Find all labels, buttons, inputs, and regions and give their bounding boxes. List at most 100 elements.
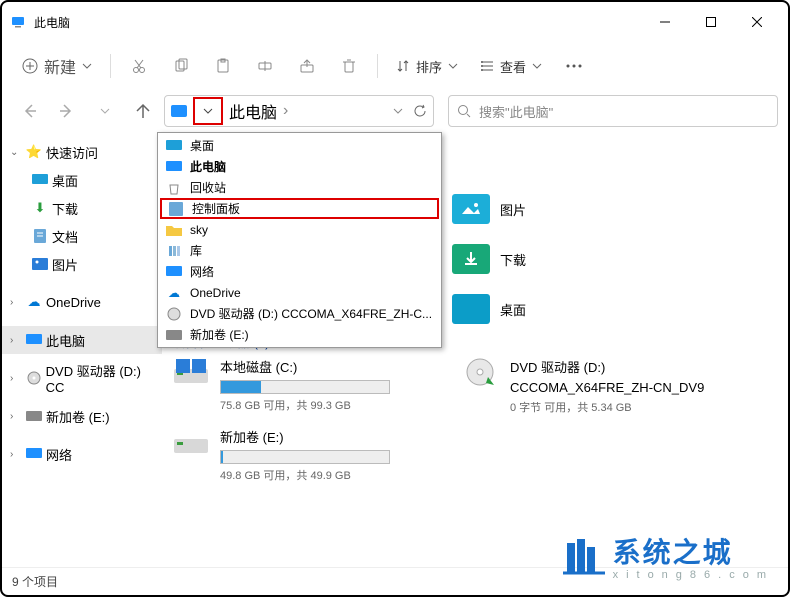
share-icon [299,58,315,74]
sidebar-item-label: OneDrive [46,295,101,310]
drive-sub: 49.8 GB 可用，共 49.9 GB [220,467,390,483]
chevron-down-icon [448,63,458,69]
sidebar-item-label: DVD 驱动器 (D:) CC [46,361,162,395]
address-bar[interactable]: 此电脑 › [164,95,434,127]
sidebar-onedrive[interactable]: ›☁OneDrive [2,288,162,316]
chevron-down-icon[interactable] [393,108,403,114]
drive-name: DVD 驱动器 (D:) [510,357,704,376]
cut-button[interactable] [119,48,159,84]
sidebar-item-label: 下载 [52,199,78,218]
sidebar-desktop[interactable]: 桌面 [2,166,162,194]
maximize-button[interactable] [688,6,734,38]
star-icon: ⭐ [26,145,42,159]
dd-label: 桌面 [190,137,214,154]
download-icon [452,244,490,274]
minimize-button[interactable] [642,6,688,38]
desktop-icon [452,294,490,324]
watermark: 系统之城 xitong86.com [563,531,774,581]
dd-onedrive[interactable]: ☁OneDrive [160,282,439,303]
dvd-icon [166,307,182,321]
dd-label: 控制面板 [192,200,240,217]
dd-sky[interactable]: sky [160,219,439,240]
sidebar-item-label: 文档 [52,227,78,246]
address-dropdown-button[interactable] [193,97,223,125]
view-label: 查看 [500,57,526,76]
dd-label: 网络 [190,263,214,280]
item-count: 9 个项目 [12,573,58,590]
pc-icon [26,333,42,347]
pc-icon [171,105,187,117]
close-button[interactable] [734,6,780,38]
sidebar-thispc[interactable]: ›此电脑 [2,326,162,354]
dd-dvd[interactable]: DVD 驱动器 (D:) CCCOMA_X64FRE_ZH-C... [160,303,439,324]
folder-label: 图片 [500,200,526,219]
drive-e[interactable]: 新加卷 (E:) 49.8 GB 可用，共 49.9 GB [172,427,432,483]
search-box[interactable]: 搜索"此电脑" [448,95,778,127]
sidebar-documents[interactable]: 文档 [2,222,162,250]
sidebar-network[interactable]: ›网络 [2,440,162,468]
new-button[interactable]: 新建 [12,48,102,84]
sidebar-quick-access[interactable]: ⌄⭐快速访问 [2,138,162,166]
share-button[interactable] [287,48,327,84]
separator [110,54,111,78]
more-button[interactable] [554,48,594,84]
nav-row: 此电脑 › 搜索"此电脑" [2,90,788,132]
sidebar-downloads[interactable]: ⬇下载 [2,194,162,222]
sidebar-newvol[interactable]: ›新加卷 (E:) [2,402,162,430]
chevron-down-icon [532,63,542,69]
sort-label: 排序 [416,57,442,76]
sidebar-dvd[interactable]: ›DVD 驱动器 (D:) CC [2,364,162,392]
chevron-down-icon [100,108,110,114]
drive-c[interactable]: 本地磁盘 (C:) 75.8 GB 可用，共 99.3 GB [172,357,432,415]
cloud-icon: ☁ [26,295,42,309]
dd-label: 新加卷 (E:) [190,326,249,343]
delete-button[interactable] [329,48,369,84]
separator [377,54,378,78]
refresh-icon[interactable] [413,104,427,118]
drive-sub: 75.8 GB 可用，共 99.3 GB [220,397,390,413]
ellipsis-icon [566,64,582,68]
arrow-up-icon [135,103,151,119]
sort-button[interactable]: 排序 [386,48,468,84]
folder-desktop[interactable]: 桌面 [452,294,526,324]
picture-icon [452,194,490,224]
sidebar-pictures[interactable]: 图片 [2,250,162,278]
view-button[interactable]: 查看 [470,48,552,84]
folder-label: 桌面 [500,300,526,319]
recent-button[interactable] [88,94,122,128]
dd-network[interactable]: 网络 [160,261,439,282]
back-button[interactable] [12,94,46,128]
folder-downloads[interactable]: 下载 [452,244,526,274]
dd-recycle[interactable]: 回收站 [160,177,439,198]
library-icon [166,244,182,258]
sidebar-item-label: 快速访问 [46,143,98,162]
control-panel-icon [168,202,184,216]
dd-control-panel[interactable]: 控制面板 [160,198,439,219]
search-icon [457,104,471,118]
dd-thispc[interactable]: 此电脑 [160,156,439,177]
dvd-icon [26,371,42,385]
window-title: 此电脑 [34,14,642,31]
sidebar-item-label: 图片 [52,255,78,274]
document-icon [32,229,48,243]
breadcrumb-sep: › [283,102,288,120]
sort-icon [396,59,410,73]
dd-label: 库 [190,242,202,259]
folder-icon [166,223,182,237]
rename-button[interactable] [245,48,285,84]
dd-desktop[interactable]: 桌面 [160,135,439,156]
copy-button[interactable] [161,48,201,84]
drive-sub: 0 字节 可用，共 5.34 GB [510,399,704,415]
chevron-down-icon [82,63,92,69]
dd-lib[interactable]: 库 [160,240,439,261]
cloud-icon: ☁ [166,286,182,300]
drive-icon [172,357,210,387]
paste-button[interactable] [203,48,243,84]
forward-button[interactable] [50,94,84,128]
dd-newvol[interactable]: 新加卷 (E:) [160,324,439,345]
up-button[interactable] [126,94,160,128]
folder-pictures[interactable]: 图片 [452,194,526,224]
drive-d[interactable]: DVD 驱动器 (D:) CCCOMA_X64FRE_ZH-CN_DV9 0 字… [462,357,722,415]
drive-name: 本地磁盘 (C:) [220,357,390,376]
arrow-left-icon [21,103,37,119]
